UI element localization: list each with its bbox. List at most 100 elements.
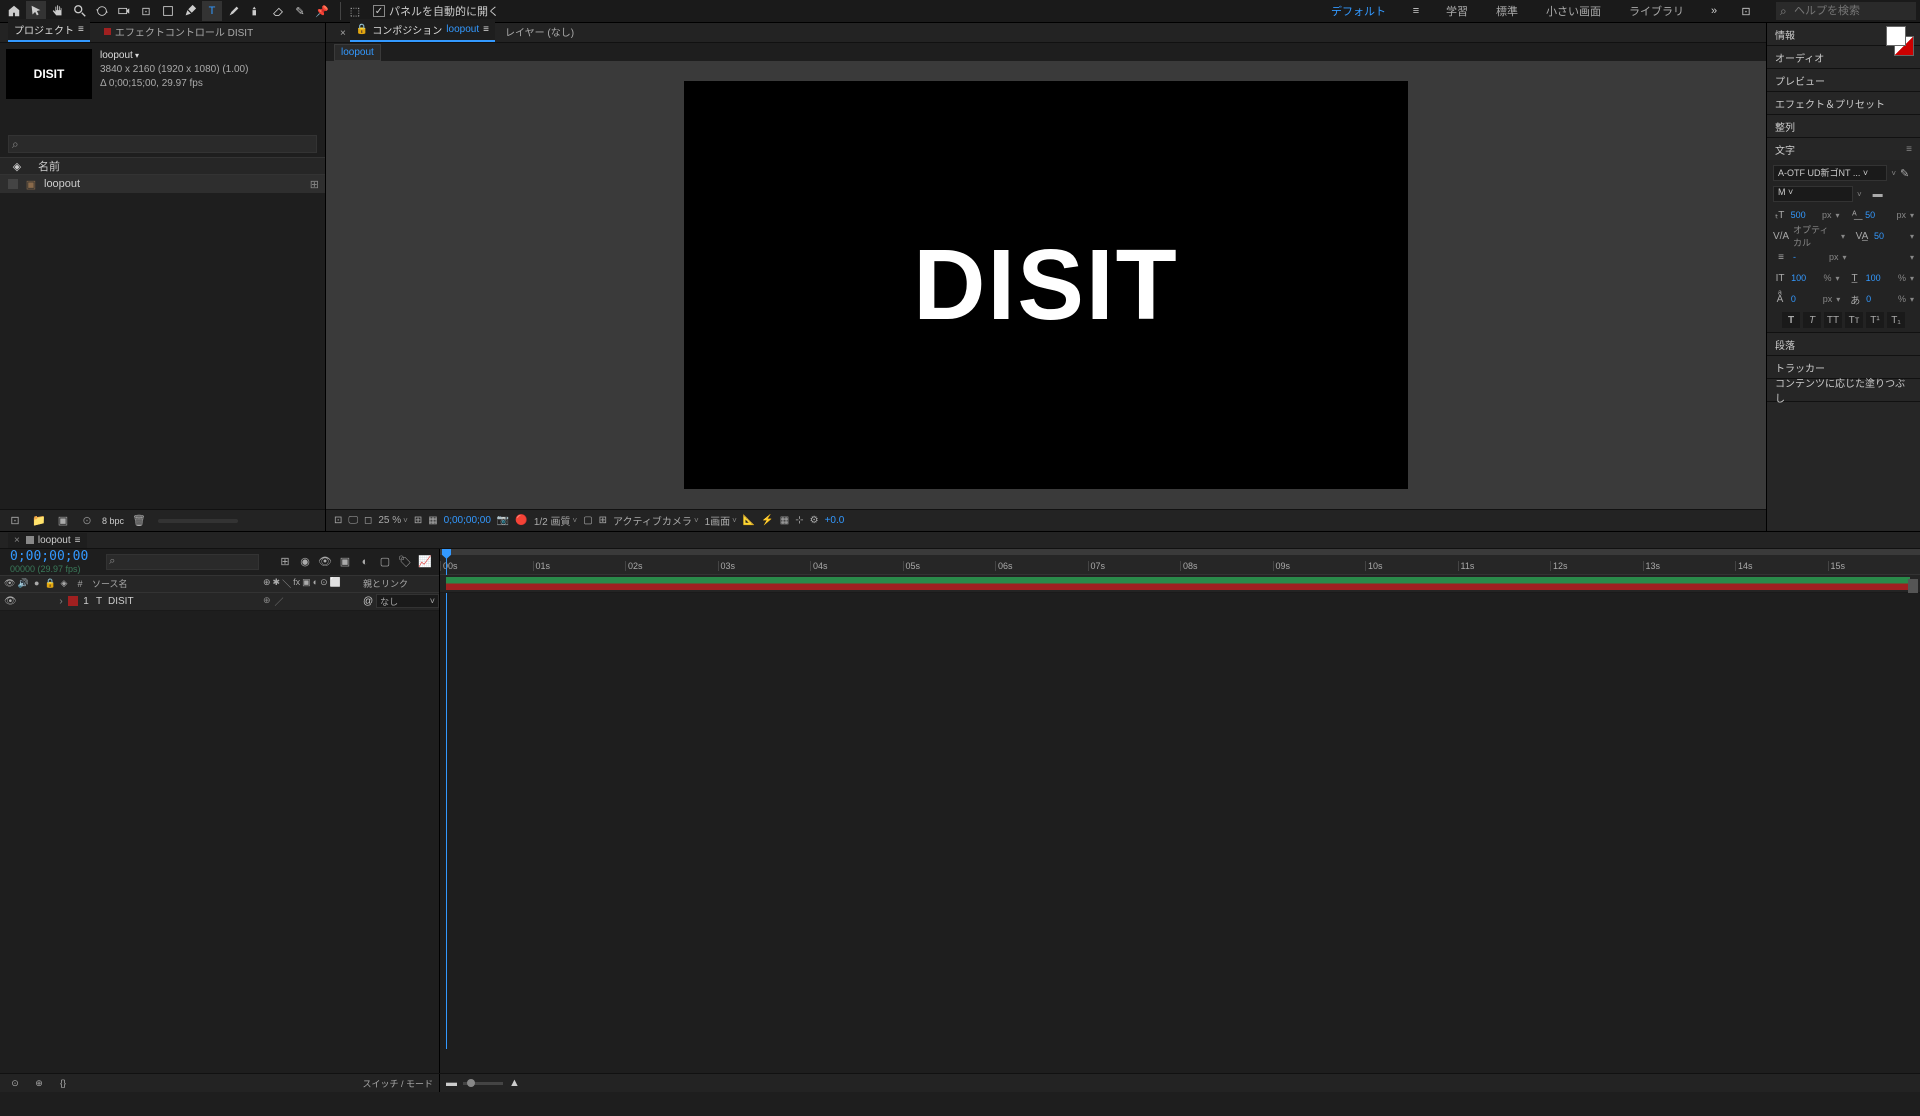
font-weight-select[interactable]: M bbox=[1773, 186, 1853, 202]
channel-icon[interactable]: 🔴 bbox=[515, 515, 527, 526]
panel-align[interactable]: 整列 bbox=[1767, 115, 1920, 137]
eye-icon[interactable]: 👁 bbox=[4, 596, 16, 607]
marker-icon[interactable]: 🏷 bbox=[397, 554, 413, 570]
rectangle-tool-icon[interactable] bbox=[158, 1, 178, 21]
hide-shy-icon[interactable]: 👁 bbox=[317, 554, 333, 570]
tab-project[interactable]: プロジェクト ≡ bbox=[8, 19, 90, 42]
workspace-default[interactable]: デフォルト bbox=[1323, 0, 1394, 23]
grid-icon[interactable]: ⊞ bbox=[599, 515, 607, 526]
viewport[interactable]: DISIT bbox=[326, 61, 1766, 509]
workspace-menu-icon[interactable]: ≡ bbox=[1406, 1, 1426, 21]
item-tag-swatch[interactable] bbox=[8, 179, 18, 189]
baseline-value[interactable]: 0 bbox=[1791, 294, 1819, 304]
timeline-timecode[interactable]: 0;00;00;00 bbox=[10, 549, 88, 564]
panel-contentfill[interactable]: コンテンツに応じた塗りつぶし bbox=[1767, 379, 1920, 401]
tsume-value[interactable]: 0 bbox=[1866, 294, 1894, 304]
viewer-timecode[interactable]: 0;00;00;00 bbox=[444, 515, 491, 526]
region-icon[interactable]: ⊞ bbox=[414, 515, 422, 526]
hscale-value[interactable]: 100 bbox=[1866, 273, 1894, 283]
parent-dropdown[interactable]: なし˅ bbox=[376, 594, 439, 608]
panel-character[interactable]: 文字≡ bbox=[1767, 138, 1920, 160]
eraser-tool-icon[interactable] bbox=[268, 1, 288, 21]
playhead[interactable] bbox=[446, 549, 447, 1049]
roi-icon[interactable]: ▢ bbox=[583, 515, 592, 526]
stroke-width-value[interactable]: - bbox=[1793, 252, 1825, 262]
superscript-button[interactable]: T¹ bbox=[1866, 312, 1884, 328]
alpha-icon[interactable]: ⊡ bbox=[334, 515, 342, 526]
font-family-select[interactable]: A-OTF UD新ゴNT ... bbox=[1773, 165, 1887, 181]
flowchart-icon[interactable]: ⊹ bbox=[795, 515, 803, 526]
workspace-library[interactable]: ライブラリ bbox=[1621, 0, 1692, 23]
timeline-zoom-slider[interactable] bbox=[463, 1082, 503, 1085]
bpc-label[interactable]: 8 bpc bbox=[102, 516, 124, 526]
color-swatches[interactable] bbox=[1882, 26, 1914, 56]
allcaps-button[interactable]: TT bbox=[1824, 312, 1842, 328]
subscript-button[interactable]: T₁ bbox=[1887, 312, 1905, 328]
workspace-reset-icon[interactable]: ⊡ bbox=[1736, 1, 1756, 21]
folder-icon[interactable]: 📁 bbox=[30, 512, 48, 530]
exposure-reset-icon[interactable]: ⚙ bbox=[810, 515, 819, 526]
timeline-search-input[interactable] bbox=[106, 554, 259, 570]
snap-icon[interactable]: ⬚ bbox=[345, 1, 365, 21]
frame-blend-icon[interactable]: ▣ bbox=[337, 554, 353, 570]
project-search-input[interactable] bbox=[8, 135, 317, 153]
solo-column-icon[interactable]: ● bbox=[31, 578, 43, 589]
pixel-aspect-icon[interactable]: 📐 bbox=[743, 515, 755, 526]
camera-tool-icon[interactable] bbox=[114, 1, 134, 21]
panel-preview[interactable]: プレビュー bbox=[1767, 69, 1920, 91]
zoom-dropdown[interactable]: 25 % bbox=[378, 515, 407, 526]
brackets-icon[interactable]: {} bbox=[54, 1074, 72, 1092]
motion-blur-icon[interactable]: ◐ bbox=[357, 554, 373, 570]
trash-icon[interactable]: 🗑 bbox=[130, 512, 148, 530]
canvas[interactable]: DISIT bbox=[684, 81, 1408, 489]
layer-row[interactable]: 👁 › 1 T DISIT ⊕／ @ なし˅ bbox=[0, 593, 439, 611]
layer-name[interactable]: DISIT bbox=[106, 596, 259, 607]
type-tool-icon[interactable]: T bbox=[202, 1, 222, 21]
zoom-in-icon[interactable]: ▲ bbox=[509, 1077, 520, 1089]
timeline-icon[interactable]: ▦ bbox=[780, 515, 789, 526]
mask-icon[interactable]: ◻ bbox=[364, 515, 372, 526]
puppet-tool-icon[interactable]: 📌 bbox=[312, 1, 332, 21]
workspace-standard[interactable]: 標準 bbox=[1488, 0, 1526, 23]
tab-composition[interactable]: 🔒 コンポジション loopout ≡ bbox=[350, 19, 495, 42]
viewer-close-icon[interactable]: × bbox=[334, 25, 346, 42]
zoom-tool-icon[interactable] bbox=[70, 1, 90, 21]
label-column-icon[interactable]: ◈ bbox=[56, 578, 72, 589]
bold-button[interactable]: T bbox=[1782, 312, 1800, 328]
draft3d-icon[interactable]: ◉ bbox=[297, 554, 313, 570]
exposure-value[interactable]: +0.0 bbox=[825, 515, 845, 526]
view-dropdown[interactable]: 1画面 bbox=[705, 513, 737, 528]
tag-column-icon[interactable]: ◈ bbox=[8, 160, 26, 173]
camera-dropdown[interactable]: アクティブカメラ bbox=[613, 513, 699, 528]
source-column[interactable]: ソース名 bbox=[88, 577, 259, 590]
italic-button[interactable]: T bbox=[1803, 312, 1821, 328]
orbit-tool-icon[interactable] bbox=[92, 1, 112, 21]
graph-editor-icon[interactable]: ▢ bbox=[377, 554, 393, 570]
new-comp-icon[interactable]: ▣ bbox=[54, 512, 72, 530]
comp-thumbnail[interactable]: DISIT bbox=[6, 49, 92, 99]
eyedropper-icon[interactable]: ✎ bbox=[1900, 167, 1914, 180]
comp-mini-icon[interactable]: ⊞ bbox=[277, 554, 293, 570]
graph-icon[interactable]: 📈 bbox=[417, 554, 433, 570]
timeline-tab[interactable]: × loopout ≡ bbox=[8, 533, 87, 548]
lock-column-icon[interactable]: 🔒 bbox=[45, 578, 57, 589]
leading-value[interactable]: 50 bbox=[1865, 210, 1892, 220]
pickwhip-icon[interactable]: @ bbox=[363, 596, 373, 607]
tracking-value[interactable]: 50 bbox=[1874, 231, 1906, 241]
autopanel-checkbox[interactable] bbox=[373, 5, 385, 17]
viewer-breadcrumb[interactable]: loopout bbox=[334, 44, 381, 61]
pan-behind-tool-icon[interactable]: ⊡ bbox=[136, 1, 156, 21]
toggle-switches-icon[interactable]: ⊙ bbox=[6, 1074, 24, 1092]
audio-column-icon[interactable]: 🔊 bbox=[18, 578, 30, 589]
tab-effect-controls[interactable]: エフェクトコントロール DISIT bbox=[98, 21, 259, 42]
panel-effects[interactable]: エフェクト＆プリセット bbox=[1767, 92, 1920, 114]
layer-color-swatch[interactable] bbox=[68, 596, 78, 606]
workspace-small[interactable]: 小さい画面 bbox=[1538, 0, 1609, 23]
help-search-input[interactable] bbox=[1776, 2, 1916, 20]
workspace-overflow-icon[interactable]: » bbox=[1704, 1, 1724, 21]
kerning-value[interactable]: オプティカル bbox=[1793, 223, 1837, 249]
tab-layer[interactable]: レイヤー (なし) bbox=[499, 21, 580, 42]
flowchart-icon[interactable]: ⊞ bbox=[310, 178, 325, 191]
snapshot-icon[interactable]: 📷 bbox=[497, 515, 509, 526]
comp-name[interactable]: loopout bbox=[100, 49, 248, 63]
